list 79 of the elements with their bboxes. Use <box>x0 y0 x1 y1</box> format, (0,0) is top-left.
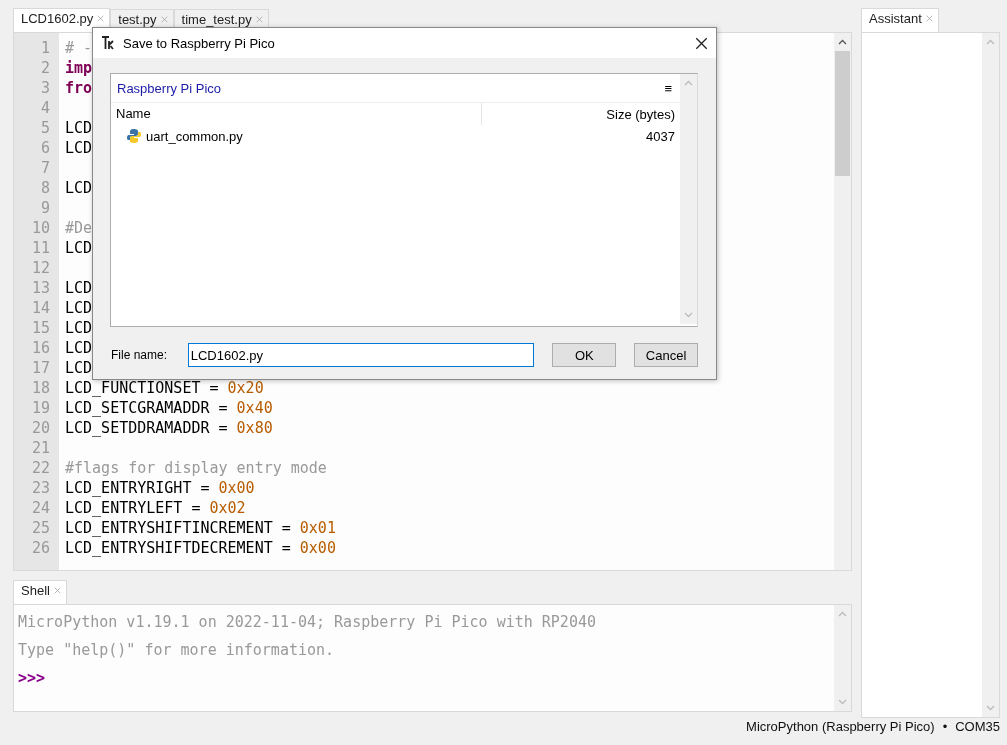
code-line: LCD <box>65 299 93 319</box>
scrollbar[interactable] <box>680 74 697 324</box>
file-tab[interactable]: Shell <box>13 580 67 604</box>
chevron-down-icon[interactable] <box>986 705 995 711</box>
line-number: 13 <box>30 279 51 299</box>
code-line: LCD <box>65 239 93 259</box>
separator-dot: • <box>942 719 948 734</box>
code-line: fro <box>65 79 93 99</box>
scrollbar[interactable] <box>834 33 851 571</box>
menu-icon[interactable]: ≡ <box>664 80 672 96</box>
scrollbar[interactable] <box>834 605 851 711</box>
column-header[interactable]: Name <box>111 103 482 125</box>
line-number: 26 <box>30 539 51 559</box>
code-line: imp <box>65 59 93 79</box>
code-line: LCD <box>65 279 93 299</box>
app-icon <box>101 36 115 50</box>
scrollbar-thumb[interactable] <box>835 51 850 176</box>
code-line: LCD <box>65 339 93 359</box>
code-line: LCD <box>65 319 93 339</box>
line-number: 23 <box>30 479 51 499</box>
code-line: LCD <box>65 119 93 139</box>
code-line: LCD <box>65 359 93 379</box>
scrollbar[interactable] <box>982 33 999 717</box>
code-line: LCD_ENTRYSHIFTINCREMENT = 0x01 <box>65 519 336 539</box>
line-number: 21 <box>30 439 51 459</box>
chevron-down-icon[interactable] <box>838 699 847 705</box>
close-icon[interactable] <box>695 36 708 50</box>
file-tab[interactable]: Assistant <box>861 8 939 32</box>
code-line: LCD_ENTRYRIGHT = 0x00 <box>65 479 255 499</box>
shell-output: Type "help()" for more information. <box>18 640 335 661</box>
shell-output: MicroPython v1.19.1 on 2022-11-04; Raspberry Pi Pico with RP2040 <box>18 612 596 633</box>
line-number: 19 <box>30 399 51 419</box>
code-line: LCD_SETCGRAMADDR = 0x40 <box>65 399 273 419</box>
dialog-title: Save to Raspberry Pi Pico <box>123 35 276 51</box>
code-line: # - <box>65 39 93 59</box>
chevron-down-icon[interactable] <box>684 312 693 318</box>
port-label[interactable]: COM35 <box>955 719 1000 734</box>
line-number: 6 <box>39 139 51 159</box>
line-number: 14 <box>30 299 51 319</box>
line-number: 4 <box>39 99 51 119</box>
code-line: LCD <box>65 139 93 159</box>
line-number: 9 <box>39 199 51 219</box>
line-number: 20 <box>30 419 51 439</box>
column-header[interactable]: Size (bytes) <box>482 106 680 122</box>
code-line: LCD_FUNCTIONSET = 0x20 <box>65 379 264 399</box>
file-name-field[interactable]: LCD1602.py <box>187 343 535 367</box>
interpreter-label[interactable]: MicroPython (Raspberry Pi Pico) <box>746 719 935 734</box>
file-icon <box>126 128 142 144</box>
line-number: 15 <box>30 319 51 339</box>
line-number: 8 <box>39 179 51 199</box>
line-number: 3 <box>39 79 51 99</box>
file-name[interactable]: uart_common.py <box>146 128 643 144</box>
line-number: 1 <box>39 39 51 59</box>
field-label: File name: <box>111 348 169 362</box>
line-number: 24 <box>30 499 51 519</box>
code-line: #De <box>65 219 93 239</box>
line-number: 17 <box>30 359 51 379</box>
cancel-button[interactable]: Cancel <box>634 343 698 367</box>
code-line: LCD_SETDDRAMADDR = 0x80 <box>65 419 273 439</box>
line-number: 25 <box>30 519 51 539</box>
ok-button[interactable]: OK <box>552 343 617 367</box>
line-number: 12 <box>30 259 51 279</box>
code-line: LCD_ENTRYLEFT = 0x02 <box>65 499 246 519</box>
line-number: 2 <box>39 59 51 79</box>
line-number: 7 <box>39 159 51 179</box>
chevron-up-icon[interactable] <box>838 39 847 45</box>
file-tab[interactable]: LCD1602.py <box>13 8 111 32</box>
line-number: 10 <box>30 219 51 239</box>
line-number: 5 <box>39 119 51 139</box>
code-line: LCD_ENTRYSHIFTDECREMENT = 0x00 <box>65 539 336 559</box>
shell-prompt: >>> <box>18 668 46 689</box>
location-label: Raspberry Pi Pico <box>117 80 222 96</box>
line-number: 11 <box>30 239 51 259</box>
code-line: #flags for display entry mode <box>65 459 327 479</box>
line-number: 18 <box>30 379 51 399</box>
line-number: 16 <box>30 339 51 359</box>
file-size: 4037 <box>646 128 676 144</box>
code-line: LCD <box>65 179 93 199</box>
line-number: 22 <box>30 459 51 479</box>
